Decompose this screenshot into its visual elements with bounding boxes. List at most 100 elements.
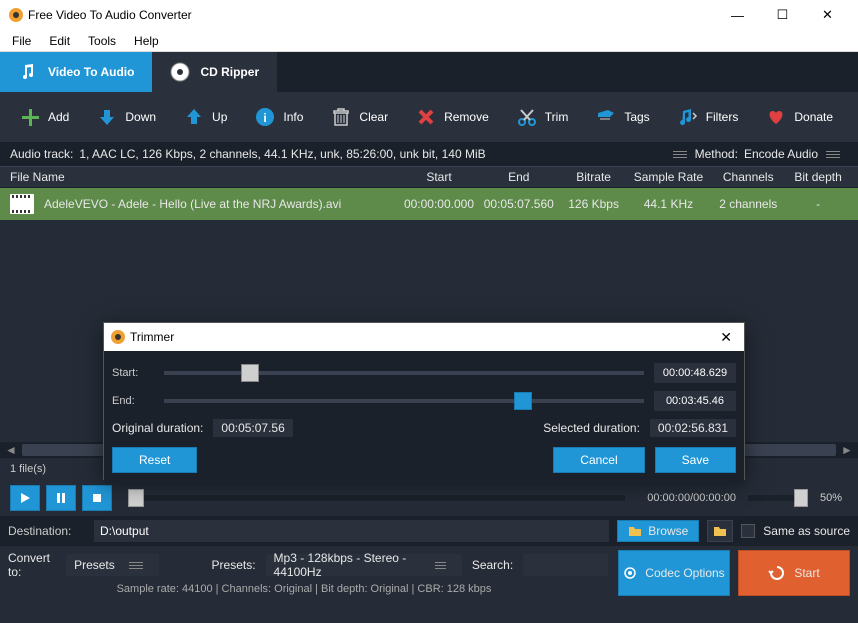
selected-duration-value: 00:02:56.831 xyxy=(650,419,736,437)
convert-to-menu-icon[interactable] xyxy=(129,562,143,569)
same-as-source-checkbox[interactable] xyxy=(741,524,755,538)
end-slider[interactable] xyxy=(164,399,644,403)
col-start[interactable]: Start xyxy=(399,170,479,184)
volume-slider[interactable] xyxy=(748,495,808,501)
table-row[interactable]: AdeleVEVO - Adele - Hello (Live at the N… xyxy=(0,188,858,220)
playback-progress[interactable] xyxy=(128,495,625,501)
svg-text:i: i xyxy=(264,111,267,125)
arrow-up-icon xyxy=(184,107,204,127)
tab-cd-ripper[interactable]: CD Ripper xyxy=(152,52,277,92)
tab-video-to-audio[interactable]: Video To Audio xyxy=(0,52,152,92)
cell-bitrate: 126 Kbps xyxy=(559,197,629,211)
start-time[interactable]: 00:00:48.629 xyxy=(654,363,736,383)
pause-icon xyxy=(55,492,67,504)
start-label: Start: xyxy=(112,367,154,379)
audio-track-menu-icon[interactable] xyxy=(673,151,687,158)
col-sample[interactable]: Sample Rate xyxy=(629,170,709,184)
method-menu-icon[interactable] xyxy=(826,151,840,158)
play-icon xyxy=(19,492,31,504)
same-as-source-label: Same as source xyxy=(763,524,850,538)
column-headers: File Name Start End Bitrate Sample Rate … xyxy=(0,166,858,188)
cell-start: 00:00:00.000 xyxy=(399,197,479,211)
info-icon: i xyxy=(255,107,275,127)
add-button[interactable]: Add xyxy=(20,107,69,127)
codec-options-button[interactable]: Codec Options xyxy=(618,550,730,596)
end-time[interactable]: 00:03:45.46 xyxy=(654,391,736,411)
col-bitrate[interactable]: Bitrate xyxy=(559,170,629,184)
up-button[interactable]: Up xyxy=(184,107,227,127)
volume-handle[interactable] xyxy=(794,489,808,507)
audio-track-label: Audio track: xyxy=(10,147,73,161)
col-filename[interactable]: File Name xyxy=(10,170,399,184)
destination-input[interactable]: D:\output xyxy=(94,520,609,542)
plus-icon xyxy=(20,107,40,127)
close-button[interactable]: ✕ xyxy=(805,0,850,30)
start-slider[interactable] xyxy=(164,371,644,375)
convert-to-label: Convert to: xyxy=(8,551,56,579)
scroll-left-icon[interactable]: ◄ xyxy=(4,443,18,457)
col-bitdepth[interactable]: Bit depth xyxy=(788,170,848,184)
end-label: End: xyxy=(112,395,154,407)
col-channels[interactable]: Channels xyxy=(708,170,788,184)
end-handle[interactable] xyxy=(514,392,532,410)
playback-time: 00:00:00/00:00:00 xyxy=(647,492,736,504)
col-end[interactable]: End xyxy=(479,170,559,184)
video-file-icon xyxy=(10,194,34,214)
app-icon xyxy=(110,329,126,345)
scroll-right-icon[interactable]: ► xyxy=(840,443,854,457)
selected-duration-label: Selected duration: xyxy=(543,421,640,435)
donate-button[interactable]: Donate xyxy=(766,107,833,127)
minimize-button[interactable]: — xyxy=(715,0,760,30)
destination-row: Destination: D:\output Browse Same as so… xyxy=(0,516,858,546)
original-duration-value: 00:05:07.56 xyxy=(213,419,292,437)
gear-icon xyxy=(623,566,637,580)
method-value[interactable]: Encode Audio xyxy=(744,147,818,161)
stop-button[interactable] xyxy=(82,485,112,511)
trimmer-close-button[interactable]: ✕ xyxy=(714,329,738,346)
trim-button[interactable]: Trim xyxy=(517,107,569,127)
clear-button[interactable]: Clear xyxy=(331,107,388,127)
menu-bar: File Edit Tools Help xyxy=(0,30,858,52)
cell-bitdepth: - xyxy=(788,197,848,211)
browse-button[interactable]: Browse xyxy=(617,520,699,542)
cell-sample: 44.1 KHz xyxy=(629,197,709,211)
reset-button[interactable]: Reset xyxy=(112,447,197,473)
audio-track-value[interactable]: 1, AAC LC, 126 Kbps, 2 channels, 44.1 KH… xyxy=(79,147,664,161)
menu-tools[interactable]: Tools xyxy=(80,31,124,51)
menu-file[interactable]: File xyxy=(4,31,39,51)
trimmer-titlebar[interactable]: Trimmer ✕ xyxy=(104,323,744,351)
filter-icon xyxy=(678,107,698,127)
stop-icon xyxy=(91,492,103,504)
playback-percent: 50% xyxy=(820,492,842,504)
down-button[interactable]: Down xyxy=(97,107,156,127)
save-button[interactable]: Save xyxy=(655,447,736,473)
tag-icon xyxy=(596,107,616,127)
audio-track-row: Audio track: 1, AAC LC, 126 Kbps, 2 chan… xyxy=(0,142,858,166)
convert-to-select[interactable]: Presets xyxy=(66,554,159,576)
info-button[interactable]: iInfo xyxy=(255,107,303,127)
music-note-icon xyxy=(18,62,38,82)
tags-button[interactable]: Tags xyxy=(596,107,649,127)
cd-icon xyxy=(170,62,190,82)
open-folder-button[interactable] xyxy=(707,520,733,542)
progress-handle[interactable] xyxy=(128,489,144,507)
app-icon xyxy=(8,7,24,23)
playback-controls: 00:00:00/00:00:00 50% xyxy=(0,480,858,516)
presets-label: Presets: xyxy=(212,558,256,572)
x-icon xyxy=(416,107,436,127)
start-button[interactable]: Start xyxy=(738,550,850,596)
pause-button[interactable] xyxy=(46,485,76,511)
preset-menu-icon[interactable] xyxy=(435,562,446,569)
menu-help[interactable]: Help xyxy=(126,31,167,51)
maximize-button[interactable]: ☐ xyxy=(760,0,805,30)
trash-icon xyxy=(331,107,351,127)
original-duration-label: Original duration: xyxy=(112,421,203,435)
cancel-button[interactable]: Cancel xyxy=(553,447,644,473)
menu-edit[interactable]: Edit xyxy=(41,31,78,51)
play-button[interactable] xyxy=(10,485,40,511)
remove-button[interactable]: Remove xyxy=(416,107,489,127)
start-handle[interactable] xyxy=(241,364,259,382)
filters-button[interactable]: Filters xyxy=(678,107,739,127)
search-input[interactable] xyxy=(523,554,608,576)
preset-select[interactable]: Mp3 - 128kbps - Stereo - 44100Hz xyxy=(266,554,462,576)
